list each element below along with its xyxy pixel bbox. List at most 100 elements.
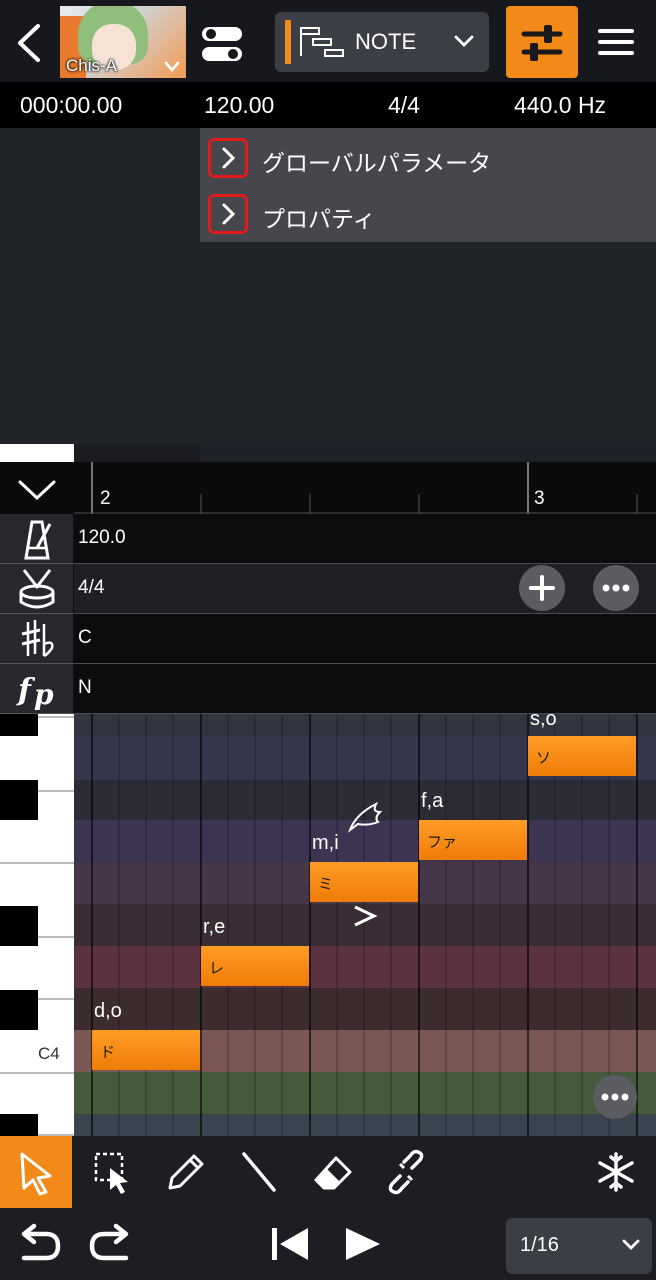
tool-bar [0, 1136, 656, 1208]
pitch-reference-display[interactable]: 440.0 Hz [514, 92, 606, 119]
ruler-ticks [74, 462, 656, 514]
more-options-button[interactable] [593, 565, 639, 611]
note-lyric: ド [100, 1044, 116, 1061]
panel-item-properties[interactable]: プロパティ [200, 186, 656, 242]
measure-number: 2 [100, 488, 111, 509]
measure-number: 3 [534, 488, 545, 509]
chevron-right-icon [222, 203, 236, 225]
piano-key[interactable] [0, 906, 38, 946]
note-mi[interactable]: ミ [310, 862, 418, 902]
menu-button[interactable] [594, 24, 638, 60]
pencil-icon [168, 1154, 204, 1190]
c4-label: C4 [38, 1044, 60, 1063]
skip-to-start-button[interactable] [262, 1218, 318, 1270]
back-button[interactable] [10, 18, 50, 68]
track-selector[interactable]: NOTE [275, 12, 489, 72]
voice-selector[interactable]: Chis-A [60, 6, 186, 78]
chevron-down-icon [164, 61, 180, 72]
play-button[interactable] [336, 1218, 392, 1270]
time-display[interactable]: 000:00.00 [20, 92, 122, 119]
select-tool-button[interactable] [0, 1136, 72, 1208]
play-icon [346, 1228, 380, 1260]
toggle-icon [202, 27, 242, 61]
note-lyric: レ [209, 960, 225, 977]
transport-info-bar: 000:00.00 120.00 4/4 440.0 Hz [0, 82, 656, 128]
time-signature-lane-header[interactable] [0, 564, 74, 614]
line-tool-button[interactable] [222, 1136, 294, 1208]
key-lane[interactable]: C [0, 614, 656, 664]
piano-roll[interactable]: C4 ド d,o レ r,e ミ m,i ファ f,a ソ s,o [0, 714, 656, 1136]
piano-key[interactable] [0, 1114, 38, 1136]
note-do[interactable]: ド [92, 1030, 200, 1070]
panel-item-label: グローバルパラメータ [262, 150, 492, 176]
parameter-panel-button[interactable] [506, 6, 578, 78]
panel-item-global-parameters[interactable]: グローバルパラメータ [200, 130, 656, 186]
piano-key[interactable] [0, 714, 38, 736]
chevron-down-icon [18, 480, 56, 501]
broken-link-icon [388, 1149, 424, 1195]
dynamics-lane-header[interactable]: f p [0, 664, 74, 714]
note-phoneme: d,o [94, 1000, 122, 1022]
piano-key[interactable] [0, 990, 38, 1030]
toggle-button[interactable] [198, 24, 246, 64]
tempo-display[interactable]: 120.00 [204, 92, 274, 119]
snowflake-icon [598, 1152, 634, 1192]
tempo-lane[interactable]: 120.0 [0, 514, 656, 564]
fp-icon: f p [16, 673, 54, 711]
key-lane-header[interactable] [0, 614, 74, 664]
piano-key[interactable] [0, 780, 38, 820]
sliders-icon [521, 25, 563, 61]
add-button[interactable] [519, 565, 565, 611]
quantize-value: 1/16 [520, 1234, 559, 1256]
timeline-ruler[interactable]: 2 3 [0, 462, 656, 514]
note-options-button[interactable] [593, 1075, 637, 1119]
collapse-lanes-button[interactable] [14, 472, 60, 508]
expand-button[interactable] [208, 138, 248, 178]
wing-icon[interactable] [346, 800, 384, 834]
note-so[interactable]: ソ [528, 736, 636, 776]
voice-name: Chis-A [66, 56, 118, 75]
note-phoneme: m,i [312, 832, 339, 854]
note-phoneme: s,o [530, 714, 557, 730]
more-icon [602, 584, 630, 592]
key-value: C [78, 627, 92, 648]
pencil-tool-button[interactable] [148, 1136, 220, 1208]
accent-marker-icon[interactable] [352, 904, 378, 928]
arrow-cursor-icon [20, 1152, 52, 1196]
svg-text:f: f [16, 673, 36, 708]
redo-button[interactable] [84, 1218, 140, 1270]
time-signature-display[interactable]: 4/4 [388, 92, 420, 119]
freeze-button[interactable] [580, 1136, 652, 1208]
note-phoneme: r,e [203, 916, 226, 938]
eraser-icon [314, 1156, 352, 1190]
note-fa[interactable]: ファ [419, 820, 527, 860]
chevron-down-icon [454, 35, 474, 47]
undo-icon [21, 1223, 61, 1261]
track-label: NOTE [355, 29, 417, 54]
note-track-icon [300, 27, 344, 57]
undo-button[interactable] [10, 1218, 66, 1270]
note-re[interactable]: レ [201, 946, 309, 986]
line-icon [242, 1152, 276, 1192]
link-tool-button[interactable] [370, 1136, 442, 1208]
svg-text:p: p [34, 678, 54, 711]
tempo-value: 120.0 [78, 527, 126, 548]
expand-button[interactable] [208, 194, 248, 234]
chevron-right-icon [222, 147, 236, 169]
quantize-selector[interactable]: 1/16 [506, 1218, 652, 1274]
more-icon [601, 1093, 629, 1101]
track-color-bar [285, 20, 291, 64]
skip-back-icon [272, 1228, 308, 1260]
parameter-menu-panel: グローバルパラメータ プロパティ [200, 128, 656, 242]
eraser-tool-button[interactable] [296, 1136, 368, 1208]
note-phoneme: f,a [421, 790, 444, 812]
tempo-lane-header[interactable] [0, 514, 74, 564]
drum-icon [19, 569, 55, 609]
dynamics-lane[interactable]: f p N [0, 664, 656, 714]
note-lyric: ソ [536, 750, 552, 767]
piano-keyboard[interactable]: C4 [0, 714, 74, 1136]
range-select-icon [94, 1152, 128, 1194]
chevron-down-icon [622, 1239, 640, 1250]
range-select-tool-button[interactable] [74, 1136, 146, 1208]
panel-item-label: プロパティ [262, 206, 376, 232]
